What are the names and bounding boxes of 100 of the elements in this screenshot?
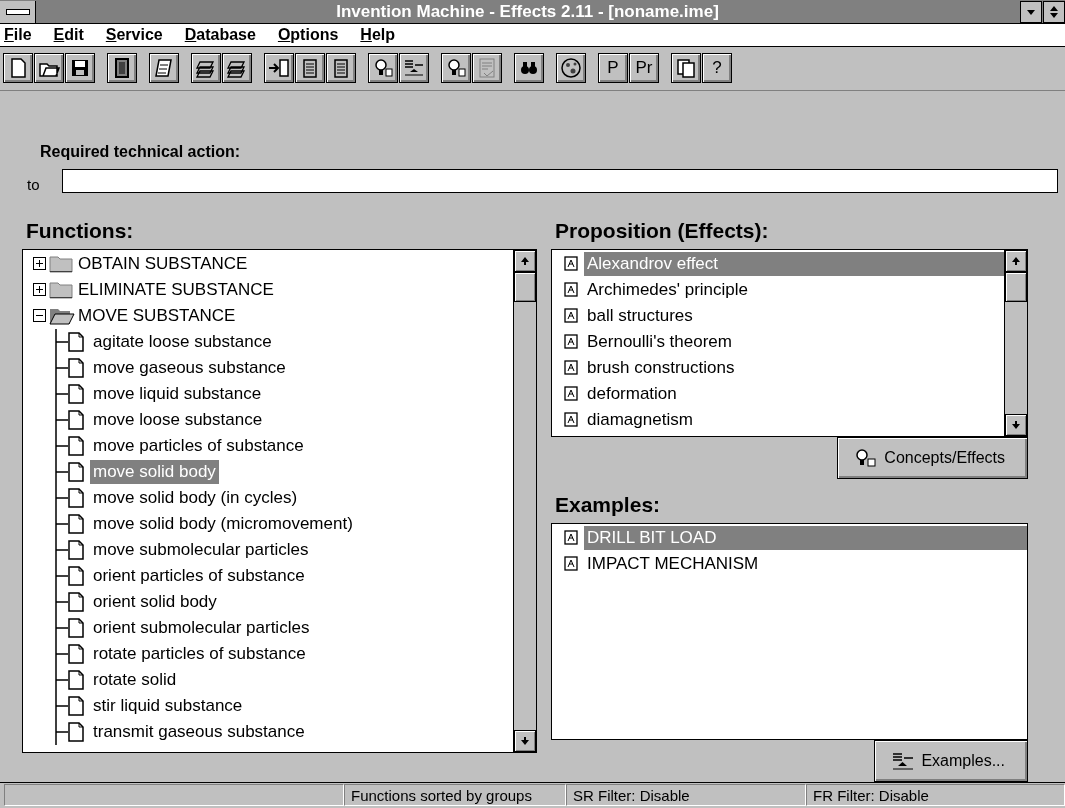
page-icon [68, 331, 84, 352]
list-item[interactable]: Alexandrov effect [584, 251, 1004, 276]
toolbar-button[interactable] [472, 53, 502, 84]
toolbar-button[interactable] [107, 53, 137, 84]
scrollbar[interactable] [513, 249, 536, 752]
scroll-down-button[interactable] [1005, 413, 1027, 436]
menu-item[interactable]: Help [360, 26, 396, 45]
minimize-button[interactable] [1020, 0, 1042, 23]
toolbar-button[interactable] [191, 53, 221, 84]
scrollbar[interactable] [1004, 249, 1027, 436]
scroll-up-button[interactable] [514, 249, 536, 272]
page-icon [68, 435, 84, 456]
examples-button[interactable]: Examples... [874, 739, 1028, 782]
tree-item[interactable]: move loose substance [90, 407, 266, 432]
tree-item[interactable]: ELIMINATE SUBSTANCE [75, 277, 277, 302]
page-icon [68, 695, 84, 716]
menu-item[interactable]: File [4, 26, 32, 45]
toolbar-button[interactable] [399, 53, 429, 84]
list-item[interactable]: Bernoulli's theorem [584, 329, 1004, 354]
scroll-down-button[interactable] [514, 729, 536, 752]
tree-item[interactable]: orient submolecular particles [90, 615, 313, 640]
toolbar-button[interactable]: Pr [629, 53, 659, 84]
page-icon [68, 487, 84, 508]
caret-down-icon [1026, 7, 1036, 16]
globe-icon [560, 57, 582, 80]
checklist-icon [476, 57, 498, 80]
toolbar-button[interactable] [368, 53, 398, 84]
toolbar-button[interactable] [222, 53, 252, 84]
scroll-up-button[interactable] [1005, 249, 1027, 272]
page-icon [68, 617, 84, 638]
list-item[interactable]: DRILL BIT LOAD [584, 525, 1027, 550]
tree-item[interactable]: move gaseous substance [90, 355, 289, 380]
tree-item[interactable]: move solid body [90, 459, 219, 484]
scroll-thumb[interactable] [1005, 271, 1027, 302]
notepad-icon [153, 57, 175, 80]
bulb-icon [854, 447, 879, 468]
folder-icon [49, 253, 75, 274]
toolbar-button[interactable] [295, 53, 325, 84]
tree-item[interactable]: MOVE SUBSTANCE [75, 303, 239, 328]
field-label: Required technical action: [40, 142, 242, 161]
list-item[interactable]: IMPACT MECHANISM [584, 551, 1027, 576]
tree-item[interactable]: move submolecular particles [90, 537, 312, 562]
collapse-toggle[interactable] [33, 309, 46, 323]
folder-icon [49, 279, 75, 300]
menu-item[interactable]: Options [277, 26, 339, 45]
tree-item[interactable]: stir liquid substance [90, 693, 246, 718]
toolbar-button[interactable]: P [598, 53, 628, 84]
document-icon [564, 256, 578, 272]
toolbar-button[interactable] [65, 53, 95, 84]
list-item[interactable]: deformation [584, 381, 1004, 406]
toolbar-button[interactable] [3, 53, 33, 84]
menu-item[interactable]: Edit [53, 26, 84, 45]
menu-item[interactable]: Database [184, 26, 256, 45]
page-icon [68, 565, 84, 586]
document-icon [564, 308, 578, 324]
toolbar-button[interactable] [326, 53, 356, 84]
toolbar-button[interactable] [264, 53, 294, 84]
list-item[interactable]: Archimedes' principle [584, 277, 1004, 302]
tree-item[interactable]: orient particles of substance [90, 563, 308, 588]
window-title: Invention Machine - Effects 2.11 - [noname.ime] [335, 1, 720, 22]
field-prefix: to [26, 175, 41, 193]
document-icon [564, 334, 578, 350]
scroll-thumb[interactable] [514, 271, 536, 302]
document-icon [564, 412, 578, 428]
restore-button[interactable] [1043, 0, 1065, 23]
tree-item[interactable]: move solid body (micromovement) [90, 511, 356, 536]
tree-item[interactable]: OBTAIN SUBSTANCE [75, 251, 251, 276]
page-icon [68, 643, 84, 664]
toolbar-button[interactable] [34, 53, 64, 84]
tree-item[interactable]: rotate particles of substance [90, 641, 309, 666]
document-icon [564, 556, 578, 572]
bulb-icon [445, 57, 467, 80]
tree-item[interactable]: orient solid body [90, 589, 220, 614]
tree-item[interactable]: move solid body (in cycles) [90, 485, 301, 510]
concepts-effects-button[interactable]: Concepts/Effects [837, 436, 1028, 479]
tree-item[interactable]: move particles of substance [90, 433, 307, 458]
tree-item[interactable]: move liquid substance [90, 381, 265, 406]
menu-item[interactable]: Service [105, 26, 163, 45]
page-icon [68, 409, 84, 430]
system-menu-button[interactable] [0, 0, 36, 23]
list-item[interactable]: diamagnetism [584, 407, 1004, 432]
toolbar-button[interactable] [441, 53, 471, 84]
list-item[interactable]: brush constructions [584, 355, 1004, 380]
list-item[interactable]: ball structures [584, 303, 1004, 328]
expand-toggle[interactable] [33, 283, 46, 297]
toolbar-button[interactable] [671, 53, 701, 84]
arrow-into-box-icon [268, 57, 290, 80]
tree-item[interactable]: agitate loose substance [90, 329, 275, 354]
toolbar-button[interactable] [149, 53, 179, 84]
arrow-down-icon [520, 735, 530, 746]
toolbar-button[interactable]: ? [702, 53, 732, 84]
toolbar-button[interactable] [556, 53, 586, 84]
copy-icon [675, 57, 697, 80]
tree-item[interactable]: transmit gaseous substance [90, 719, 308, 744]
input-field[interactable] [62, 168, 1058, 193]
expand-toggle[interactable] [33, 257, 46, 271]
list-icon [891, 750, 916, 771]
document-icon [564, 530, 578, 546]
tree-item[interactable]: rotate solid [90, 667, 180, 692]
toolbar-button[interactable] [514, 53, 544, 84]
